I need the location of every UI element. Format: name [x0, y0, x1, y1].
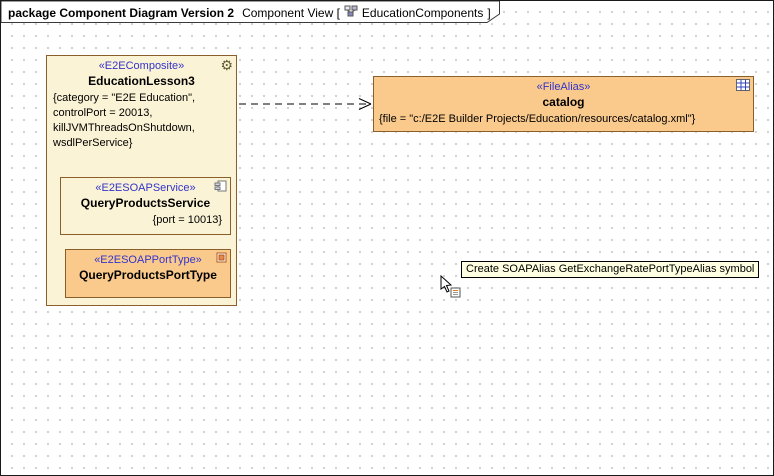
porttype-name: QueryProductsPortType [66, 267, 230, 283]
composite-stereotype: «E2EComposite» [47, 56, 236, 73]
filealias-stereotype: «FileAlias» [374, 77, 753, 94]
node-e2esoapservice-queryproductsservice[interactable]: «E2ESOAPService» QueryProductsService {p… [60, 177, 231, 235]
diagram-icon [344, 4, 358, 21]
frame-diagram-name: EducationComponents [362, 6, 483, 20]
composite-prop-line: killJVMThreadsOnShutdown, [53, 121, 230, 136]
create-symbol-cursor-icon [439, 275, 463, 299]
node-filealias-catalog[interactable]: «FileAlias» catalog {file = "c:/E2E Buil… [373, 76, 754, 132]
diagram-canvas[interactable]: package Component Diagram Version 2 Comp… [0, 0, 774, 476]
porttype-stereotype: «E2ESOAPPortType» [66, 250, 230, 267]
tooltip: Create SOAPAlias GetExchangeRatePortType… [461, 261, 759, 278]
composite-name: EducationLesson3 [47, 73, 236, 89]
service-port-property: {port = 10013} [61, 211, 230, 227]
filealias-file-property: {file = "c:/E2E Builder Projects/Educati… [374, 110, 753, 127]
porttype-icon [216, 252, 227, 263]
dependency-arrow[interactable] [238, 95, 378, 113]
composite-prop-line: wsdlPerService} [53, 136, 230, 151]
service-name: QueryProductsService [61, 195, 230, 211]
node-e2esoapporttype-queryproductsporttype[interactable]: «E2ESOAPPortType» QueryProductsPortType [65, 249, 231, 298]
node-e2ecomposite-educationlesson3[interactable]: ⚙ «E2EComposite» EducationLesson3 {categ… [46, 55, 237, 306]
frame-kind-label: package Component Diagram Version 2 [8, 6, 234, 20]
soap-service-icon [214, 180, 227, 192]
service-stereotype: «E2ESOAPService» [61, 178, 230, 195]
filealias-name: catalog [374, 94, 753, 110]
frame-close-bracket: ] [487, 6, 490, 20]
frame-view-label: Component View [ [242, 6, 340, 20]
filealias-table-icon [736, 79, 750, 91]
diagram-frame-header: package Component Diagram Version 2 Comp… [8, 4, 491, 21]
composite-gear-icon: ⚙ [220, 58, 233, 72]
composite-prop-line: {category = "E2E Education", [53, 91, 230, 106]
composite-prop-line: controlPort = 20013, [53, 106, 230, 121]
composite-properties: {category = "E2E Education", controlPort… [47, 89, 236, 151]
